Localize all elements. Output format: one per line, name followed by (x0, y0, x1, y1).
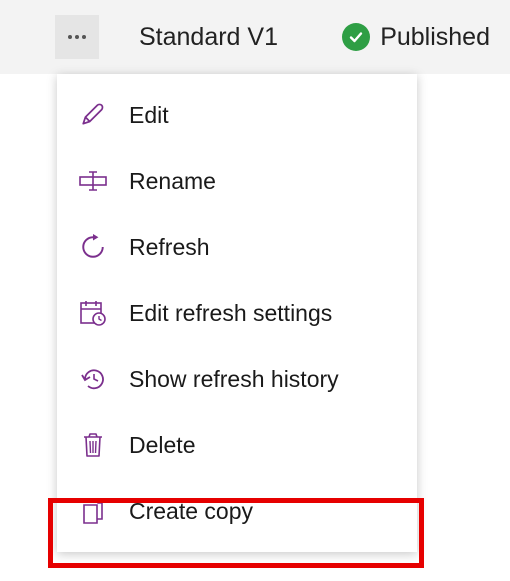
trash-icon (79, 431, 107, 459)
check-circle-icon (342, 23, 370, 51)
toolbar-header: Standard V1 Published (0, 0, 510, 74)
calendar-clock-icon (79, 299, 107, 327)
menu-item-label: Delete (129, 432, 195, 459)
context-menu: Edit Rename Refresh Edit refresh setting… (57, 74, 417, 552)
status-label: Published (380, 23, 490, 52)
menu-item-delete[interactable]: Delete (57, 412, 417, 478)
menu-item-label: Edit refresh settings (129, 300, 332, 327)
menu-item-refresh[interactable]: Refresh (57, 214, 417, 280)
menu-item-show-refresh-history[interactable]: Show refresh history (57, 346, 417, 412)
pencil-icon (79, 101, 107, 129)
more-options-button[interactable] (55, 15, 99, 59)
menu-item-label: Refresh (129, 234, 210, 261)
menu-item-edit-refresh-settings[interactable]: Edit refresh settings (57, 280, 417, 346)
history-icon (79, 365, 107, 393)
menu-item-label: Show refresh history (129, 366, 339, 393)
copy-icon (79, 497, 107, 525)
menu-item-rename[interactable]: Rename (57, 148, 417, 214)
menu-item-create-copy[interactable]: Create copy (57, 478, 417, 544)
ellipsis-icon (67, 34, 87, 40)
menu-item-label: Create copy (129, 498, 253, 525)
item-title: Standard V1 (139, 23, 278, 52)
menu-item-edit[interactable]: Edit (57, 82, 417, 148)
rename-icon (79, 167, 107, 195)
menu-item-label: Rename (129, 168, 216, 195)
menu-item-label: Edit (129, 102, 169, 129)
publish-status: Published (342, 23, 490, 52)
refresh-icon (79, 233, 107, 261)
